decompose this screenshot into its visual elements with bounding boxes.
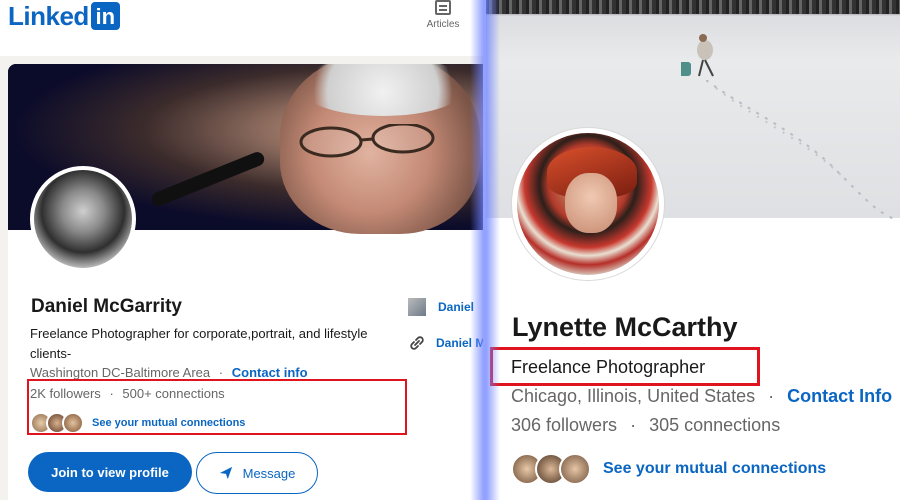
banner-treeline [486, 0, 900, 14]
profile-name: Daniel McGarrity [31, 296, 182, 317]
headline-highlight-box [490, 347, 760, 386]
banner-figure [681, 34, 714, 77]
side-link-label: Daniel [438, 300, 475, 314]
top-nav-bar: Linked in Articles [0, 0, 483, 56]
nav-articles-label: Articles [426, 19, 460, 30]
profile-stats-row: 306 followers · 305 connections [511, 415, 780, 436]
left-profile-panel: Linked in Articles Daniel McGarrity Free… [0, 0, 483, 500]
profile-headline: Freelance Photographer for corporate,por… [30, 326, 368, 361]
separator-dot: · [218, 365, 224, 380]
profile-name: Lynette McCarthy [512, 312, 738, 342]
send-icon [219, 466, 232, 480]
banner-microphone [149, 150, 267, 208]
headline-highlight-box [27, 379, 407, 435]
logo-in-badge: in [90, 2, 120, 30]
profile-location-row: Washington DC-Baltimore Area · Contact i… [30, 365, 308, 380]
linkedin-logo[interactable]: Linked in [8, 0, 120, 31]
message-button[interactable]: Message [196, 452, 318, 494]
followers-count: 306 followers [511, 415, 618, 435]
mutual-connections[interactable]: See your mutual connections [511, 451, 826, 487]
company-logo-icon [408, 298, 426, 316]
link-icon [410, 336, 424, 350]
profile-avatar[interactable] [512, 128, 664, 280]
mutual-connections-link[interactable]: See your mutual connections [603, 460, 826, 478]
right-profile-panel: Lynette McCarthy Freelance Photographer … [486, 0, 900, 500]
logo-wordmark: Linked [8, 0, 89, 31]
banner-glasses [299, 124, 435, 158]
separator-dot: · [768, 386, 775, 406]
nav-articles[interactable]: Articles [420, 0, 466, 34]
profile-avatar[interactable] [30, 166, 136, 272]
avatar [559, 453, 591, 485]
contact-info-link[interactable]: Contact Info [787, 386, 892, 406]
profile-location: Washington DC-Baltimore Area [30, 365, 211, 380]
message-button-label: Message [242, 465, 296, 481]
contact-info-link[interactable]: Contact info [232, 365, 308, 380]
avatar-face [565, 173, 617, 233]
connections-count: 305 connections [649, 415, 781, 435]
separator-dot: · [630, 415, 637, 435]
panel-divider [470, 0, 500, 500]
banner-footprints [706, 80, 896, 220]
profile-location: Chicago, Illinois, United States [511, 386, 756, 406]
articles-icon [435, 0, 451, 15]
profile-location-row: Chicago, Illinois, United States · Conta… [511, 386, 892, 407]
profile-card: Daniel McGarrity Freelance Photographer … [8, 64, 483, 500]
mutual-avatars [511, 453, 591, 485]
join-to-view-profile-button[interactable]: Join to view profile [28, 452, 192, 492]
